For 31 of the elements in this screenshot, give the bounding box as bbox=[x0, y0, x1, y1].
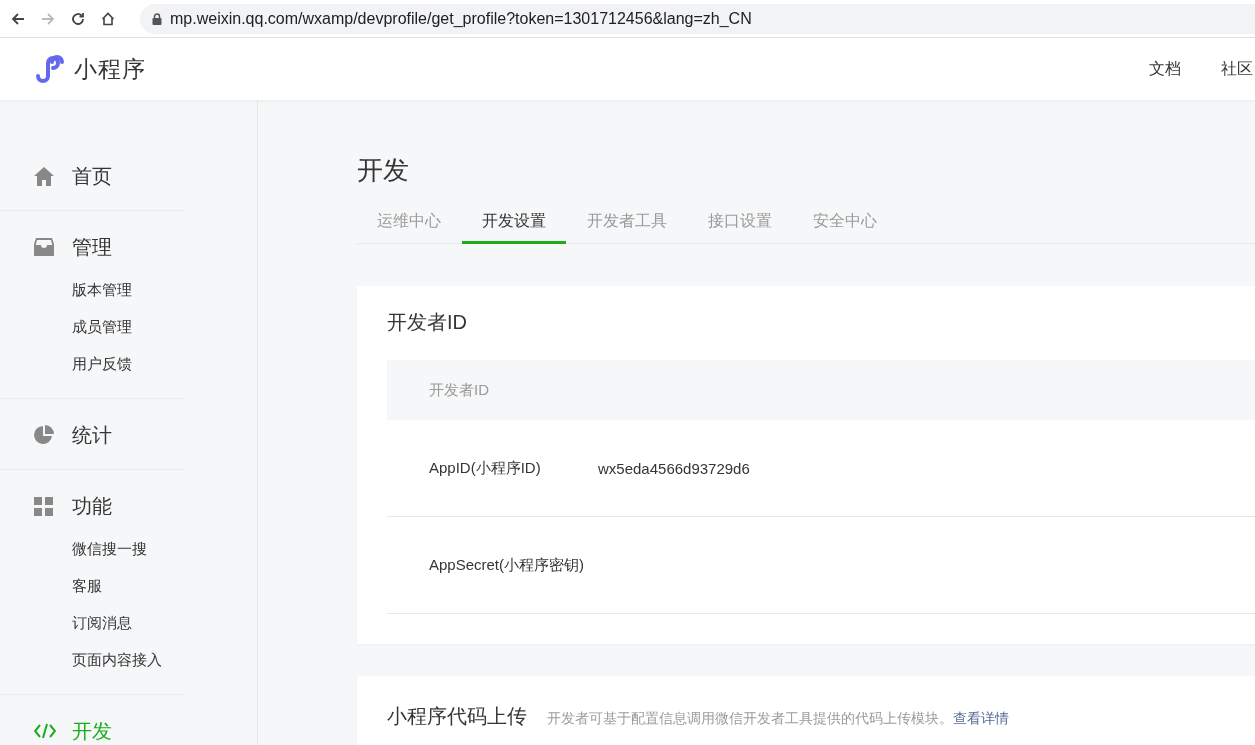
nav-subitem[interactable]: 微信搜一搜 bbox=[0, 530, 185, 567]
nav-subitem[interactable]: 客服 bbox=[0, 567, 185, 604]
nav-subitem[interactable]: 用户反馈 bbox=[0, 345, 185, 382]
nav-item[interactable]: 统计 bbox=[0, 417, 185, 453]
header-link[interactable]: 社区 bbox=[1221, 58, 1253, 80]
table-cell-text: AppSecret(小程序密钥) bbox=[429, 555, 586, 575]
brand-name: 小程序 bbox=[74, 54, 146, 84]
home-icon bbox=[34, 166, 54, 186]
grid-icon bbox=[34, 496, 53, 516]
nav-subitem[interactable]: 订阅消息 bbox=[0, 604, 185, 641]
table-cell: wx5eda4566d93729d6 bbox=[598, 459, 750, 477]
card-title: 小程序代码上传 bbox=[387, 704, 527, 729]
logo-icon bbox=[34, 54, 66, 84]
nav-subitem[interactable]: 成员管理 bbox=[0, 308, 185, 345]
header-link[interactable]: 文档 bbox=[1149, 58, 1181, 80]
nav-item[interactable]: 管理 bbox=[0, 229, 185, 265]
card-description: 开发者可基于配置信息调用微信开发者工具提供的代码上传模块。查看详情 bbox=[547, 710, 1009, 728]
tab[interactable]: 开发设置 bbox=[462, 202, 566, 244]
table-header: 开发者ID bbox=[387, 360, 1255, 420]
nav-item[interactable]: 功能 bbox=[0, 488, 185, 524]
details-link[interactable]: 查看详情 bbox=[953, 710, 1009, 726]
lock-icon bbox=[152, 12, 162, 25]
inbox-icon bbox=[34, 238, 54, 256]
page-title: 开发 bbox=[357, 154, 410, 187]
nav-subitem[interactable]: 版本管理 bbox=[0, 271, 185, 308]
code-icon bbox=[34, 723, 56, 739]
card-title: 开发者ID bbox=[387, 310, 468, 335]
pie-chart-icon bbox=[34, 425, 54, 445]
nav-item[interactable]: 首页 bbox=[0, 158, 185, 194]
nav-subitem[interactable]: 页面内容接入 bbox=[0, 641, 185, 678]
table-cell-text: AppID(小程序ID) bbox=[429, 458, 542, 478]
